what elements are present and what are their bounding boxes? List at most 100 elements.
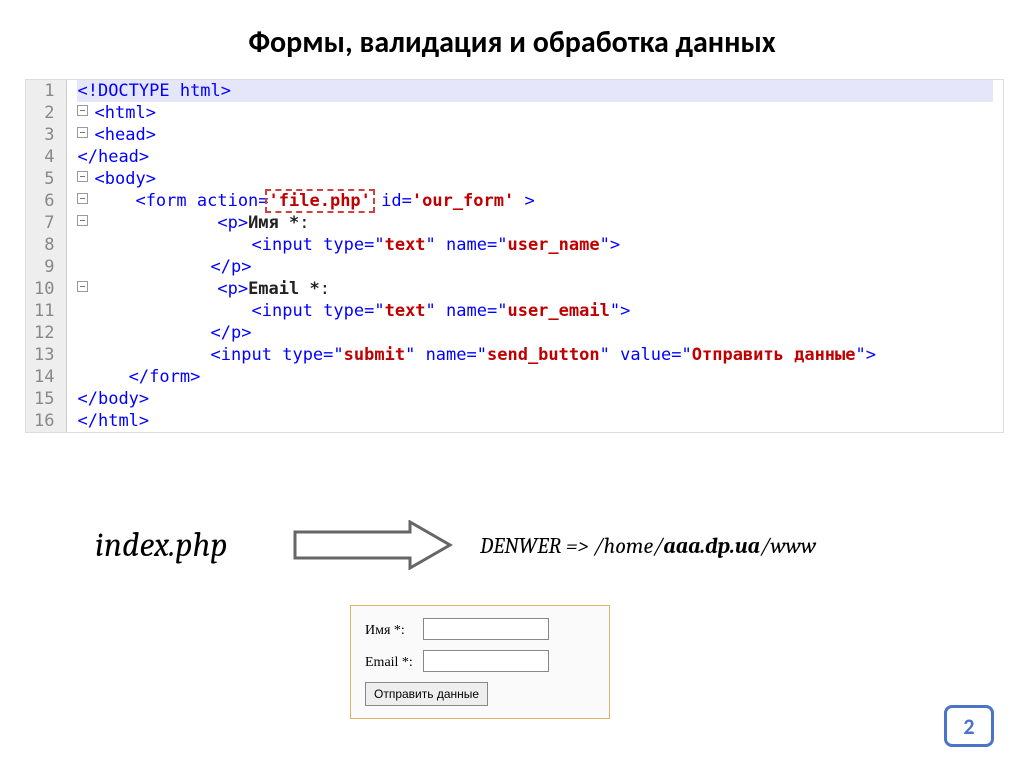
t: < <box>94 169 104 189</box>
slide-title: Формы, валидация и обработка данных <box>0 0 1024 79</box>
name-label: Имя *: <box>365 623 419 639</box>
t: < <box>251 235 261 255</box>
code-text: <!DOCTYPE html> <box>77 81 231 101</box>
t: Отправить данные <box>692 345 856 365</box>
line-num: 2 <box>34 102 54 124</box>
t: send_button <box>487 345 600 365</box>
t: text <box>385 235 426 255</box>
path-bold: aaa.dp.ua <box>663 533 760 559</box>
line-num: 12 <box>34 322 54 344</box>
line-num: 1 <box>34 80 54 102</box>
fold-icon[interactable] <box>77 127 88 138</box>
page-number: 2 <box>944 705 994 747</box>
t: : <box>299 213 309 233</box>
path-label: DENWER => /home/aaa.dp.ua/www <box>480 533 816 559</box>
t: Имя * <box>248 213 299 233</box>
t: head <box>105 125 146 145</box>
line-num: 5 <box>34 168 54 190</box>
t: p <box>228 279 238 299</box>
line-num: 16 <box>34 410 54 432</box>
t: type <box>323 301 364 321</box>
t: user_name <box>507 235 599 255</box>
t: submit <box>344 345 405 365</box>
line-num: 8 <box>34 234 54 256</box>
t: p <box>231 257 241 277</box>
fold-icon[interactable] <box>77 171 88 182</box>
t: : <box>320 279 330 299</box>
t: </ <box>211 323 231 343</box>
fold-icon[interactable] <box>77 215 88 226</box>
t: > <box>146 103 156 123</box>
t: input <box>262 301 323 321</box>
email-label: Email *: <box>365 655 419 671</box>
t: </ <box>77 389 97 409</box>
form-preview: Имя *: Email *: Отправить данные <box>350 605 610 719</box>
t: = <box>402 191 412 211</box>
t: > <box>139 389 149 409</box>
line-num: 6 <box>34 190 54 212</box>
t: </ <box>77 147 97 167</box>
t: "> <box>600 235 620 255</box>
t: > <box>241 257 251 277</box>
t: > <box>190 367 200 387</box>
fold-icon[interactable] <box>77 193 88 204</box>
t: text <box>385 301 426 321</box>
line-num: 4 <box>34 146 54 168</box>
t: name <box>426 345 467 365</box>
code-pane: <!DOCTYPE html> <html> <head> </head> <b… <box>67 80 1003 432</box>
t: action <box>197 191 258 211</box>
path-prefix: DENWER => /home/ <box>480 533 663 559</box>
t: value <box>620 345 671 365</box>
t: </ <box>211 257 231 277</box>
t: input <box>221 345 282 365</box>
t: type <box>282 345 323 365</box>
t: =" <box>467 345 487 365</box>
t: form <box>146 191 197 211</box>
t: </ <box>77 411 97 431</box>
t: head <box>98 147 139 167</box>
t: html <box>105 103 146 123</box>
t: name <box>446 301 487 321</box>
t: < <box>217 279 227 299</box>
line-num: 7 <box>34 212 54 234</box>
t: =" <box>364 301 384 321</box>
t: type <box>323 235 364 255</box>
line-gutter: 1 2 3 4 5 6 7 8 9 10 11 12 13 14 15 16 <box>26 80 67 432</box>
t: </ <box>129 367 149 387</box>
t: " <box>600 345 620 365</box>
t: =" <box>323 345 343 365</box>
arrow-icon <box>290 520 460 570</box>
t: id <box>371 191 402 211</box>
t: " <box>426 235 446 255</box>
t: " <box>405 345 425 365</box>
t: > <box>241 323 251 343</box>
t: < <box>94 125 104 145</box>
t: 'our_form' <box>412 191 514 211</box>
line-num: 13 <box>34 344 54 366</box>
t: user_email <box>507 301 609 321</box>
t: "> <box>610 301 630 321</box>
t: body <box>98 389 139 409</box>
t: < <box>94 103 104 123</box>
t: "> <box>856 345 876 365</box>
t: body <box>105 169 146 189</box>
line-num: 10 <box>34 278 54 300</box>
line-num: 14 <box>34 366 54 388</box>
email-input[interactable] <box>423 650 549 672</box>
t: > <box>514 191 534 211</box>
path-suffix: /www <box>760 533 816 559</box>
highlighted-action: 'file.php' <box>265 189 375 213</box>
fold-icon[interactable] <box>77 105 88 116</box>
t: > <box>139 147 149 167</box>
t: > <box>146 169 156 189</box>
submit-button[interactable]: Отправить данные <box>365 682 488 706</box>
t: > <box>139 411 149 431</box>
line-num: 11 <box>34 300 54 322</box>
t: < <box>251 301 261 321</box>
t: < <box>217 213 227 233</box>
name-input[interactable] <box>423 618 549 640</box>
line-num: 9 <box>34 256 54 278</box>
filename-label: index.php <box>95 525 227 565</box>
t: < <box>211 345 221 365</box>
fold-icon[interactable] <box>77 281 88 292</box>
